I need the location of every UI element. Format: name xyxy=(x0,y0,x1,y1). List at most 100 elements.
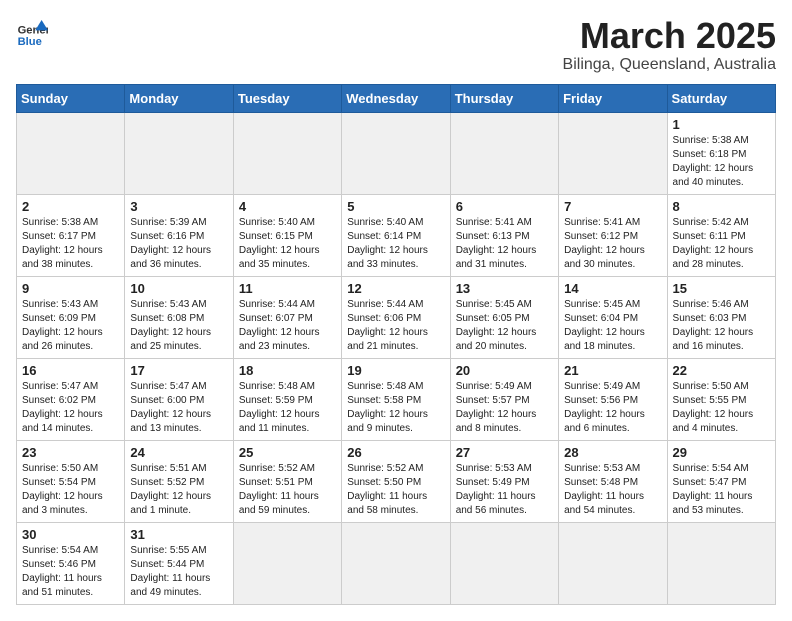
calendar-cell xyxy=(233,112,341,194)
calendar-cell: 23Sunrise: 5:50 AM Sunset: 5:54 PM Dayli… xyxy=(17,440,125,522)
day-info: Sunrise: 5:43 AM Sunset: 6:08 PM Dayligh… xyxy=(130,298,227,354)
day-number: 10 xyxy=(130,281,227,296)
calendar-cell: 11 Sunrise: 5:44 AM Sunset: 6:07 PM Dayli… xyxy=(233,276,341,358)
calendar-cell: 16 Sunrise: 5:47 AM Sunset: 6:02 PM Dayli… xyxy=(17,358,125,440)
calendar-cell: 14 Sunrise: 5:45 AM Sunset: 6:04 PM Dayli… xyxy=(559,276,667,358)
day-number: 14 xyxy=(564,281,661,296)
calendar-cell: 2 Sunrise: 5:38 AM Sunset: 6:17 PM Daylig… xyxy=(17,194,125,276)
calendar-cell: 18Sunrise: 5:48 AM Sunset: 5:59 PM Dayli… xyxy=(233,358,341,440)
weekday-header-monday: Monday xyxy=(125,84,233,112)
day-info: Sunrise: 5:53 AM Sunset: 5:48 PM Dayligh… xyxy=(564,462,661,518)
day-number: 18 xyxy=(239,363,336,378)
calendar-cell xyxy=(125,112,233,194)
day-number: 5 xyxy=(347,199,444,214)
calendar-cell: 15 Sunrise: 5:46 AM Sunset: 6:03 PM Dayli… xyxy=(667,276,775,358)
day-info: Sunrise: 5:45 AM Sunset: 6:05 PM Dayligh… xyxy=(456,298,553,354)
day-info: Sunrise: 5:55 AM Sunset: 5:44 PM Dayligh… xyxy=(130,544,227,600)
weekday-header-sunday: Sunday xyxy=(17,84,125,112)
weekday-header-tuesday: Tuesday xyxy=(233,84,341,112)
day-info: Sunrise: 5:45 AM Sunset: 6:04 PM Dayligh… xyxy=(564,298,661,354)
calendar-cell: 13Sunrise: 5:45 AM Sunset: 6:05 PM Dayli… xyxy=(450,276,558,358)
calendar-cell xyxy=(450,112,558,194)
calendar-row: 9 Sunrise: 5:43 AM Sunset: 6:09 PM Daylig… xyxy=(17,276,776,358)
calendar-row: 30 Sunrise: 5:54 AM Sunset: 5:46 PM Dayli… xyxy=(17,522,776,604)
day-info: Sunrise: 5:40 AM Sunset: 6:15 PM Dayligh… xyxy=(239,216,336,272)
calendar-cell: 12Sunrise: 5:44 AM Sunset: 6:06 PM Dayli… xyxy=(342,276,450,358)
day-info: Sunrise: 5:52 AM Sunset: 5:51 PM Dayligh… xyxy=(239,462,336,518)
day-number: 28 xyxy=(564,445,661,460)
day-number: 4 xyxy=(239,199,336,214)
day-number: 16 xyxy=(22,363,119,378)
calendar-cell: 7 Sunrise: 5:41 AM Sunset: 6:12 PM Daylig… xyxy=(559,194,667,276)
calendar-cell: 19 Sunrise: 5:48 AM Sunset: 5:58 PM Dayli… xyxy=(342,358,450,440)
day-number: 17 xyxy=(130,363,227,378)
day-number: 30 xyxy=(22,527,119,542)
calendar-cell: 29 Sunrise: 5:54 AM Sunset: 5:47 PM Dayli… xyxy=(667,440,775,522)
calendar-cell xyxy=(450,522,558,604)
day-number: 29 xyxy=(673,445,770,460)
day-info: Sunrise: 5:54 AM Sunset: 5:47 PM Dayligh… xyxy=(673,462,770,518)
calendar-cell xyxy=(17,112,125,194)
calendar-cell: 21Sunrise: 5:49 AM Sunset: 5:56 PM Dayli… xyxy=(559,358,667,440)
day-number: 25 xyxy=(239,445,336,460)
weekday-header-wednesday: Wednesday xyxy=(342,84,450,112)
calendar-cell: 1Sunrise: 5:38 AM Sunset: 6:18 PM Daylig… xyxy=(667,112,775,194)
calendar-cell: 4 Sunrise: 5:40 AM Sunset: 6:15 PM Daylig… xyxy=(233,194,341,276)
calendar-cell: 30 Sunrise: 5:54 AM Sunset: 5:46 PM Dayli… xyxy=(17,522,125,604)
day-number: 15 xyxy=(673,281,770,296)
day-info: Sunrise: 5:52 AM Sunset: 5:50 PM Dayligh… xyxy=(347,462,444,518)
calendar-cell xyxy=(342,522,450,604)
day-info: Sunrise: 5:47 AM Sunset: 6:00 PM Dayligh… xyxy=(130,380,227,436)
calendar-cell: 24Sunrise: 5:51 AM Sunset: 5:52 PM Dayli… xyxy=(125,440,233,522)
calendar-cell: 31 Sunrise: 5:55 AM Sunset: 5:44 PM Dayli… xyxy=(125,522,233,604)
calendar-row: 1Sunrise: 5:38 AM Sunset: 6:18 PM Daylig… xyxy=(17,112,776,194)
calendar-cell: 25 Sunrise: 5:52 AM Sunset: 5:51 PM Dayli… xyxy=(233,440,341,522)
day-info: Sunrise: 5:44 AM Sunset: 6:07 PM Dayligh… xyxy=(239,298,336,354)
logo: General Blue xyxy=(16,16,48,48)
calendar-cell xyxy=(233,522,341,604)
day-info: Sunrise: 5:48 AM Sunset: 5:58 PM Dayligh… xyxy=(347,380,444,436)
day-info: Sunrise: 5:44 AM Sunset: 6:06 PM Dayligh… xyxy=(347,298,444,354)
month-title: March 2025 xyxy=(563,16,776,56)
day-info: Sunrise: 5:50 AM Sunset: 5:54 PM Dayligh… xyxy=(22,462,119,518)
day-info: Sunrise: 5:47 AM Sunset: 6:02 PM Dayligh… xyxy=(22,380,119,436)
day-number: 26 xyxy=(347,445,444,460)
day-info: Sunrise: 5:50 AM Sunset: 5:55 PM Dayligh… xyxy=(673,380,770,436)
calendar-cell xyxy=(559,522,667,604)
calendar-cell: 9 Sunrise: 5:43 AM Sunset: 6:09 PM Daylig… xyxy=(17,276,125,358)
day-number: 27 xyxy=(456,445,553,460)
day-info: Sunrise: 5:42 AM Sunset: 6:11 PM Dayligh… xyxy=(673,216,770,272)
weekday-header-row: SundayMondayTuesdayWednesdayThursdayFrid… xyxy=(17,84,776,112)
day-info: Sunrise: 5:46 AM Sunset: 6:03 PM Dayligh… xyxy=(673,298,770,354)
calendar-cell: 27 Sunrise: 5:53 AM Sunset: 5:49 PM Dayli… xyxy=(450,440,558,522)
day-info: Sunrise: 5:41 AM Sunset: 6:13 PM Dayligh… xyxy=(456,216,553,272)
day-number: 9 xyxy=(22,281,119,296)
calendar-cell: 20Sunrise: 5:49 AM Sunset: 5:57 PM Dayli… xyxy=(450,358,558,440)
location-title: Bilinga, Queensland, Australia xyxy=(563,56,776,74)
day-number: 21 xyxy=(564,363,661,378)
title-section: March 2025 Bilinga, Queensland, Australi… xyxy=(563,16,776,74)
calendar-cell: 10 Sunrise: 5:43 AM Sunset: 6:08 PM Dayli… xyxy=(125,276,233,358)
calendar-row: 2 Sunrise: 5:38 AM Sunset: 6:17 PM Daylig… xyxy=(17,194,776,276)
day-number: 2 xyxy=(22,199,119,214)
day-number: 19 xyxy=(347,363,444,378)
day-info: Sunrise: 5:38 AM Sunset: 6:17 PM Dayligh… xyxy=(22,216,119,272)
day-info: Sunrise: 5:43 AM Sunset: 6:09 PM Dayligh… xyxy=(22,298,119,354)
calendar-cell: 17 Sunrise: 5:47 AM Sunset: 6:00 PM Dayli… xyxy=(125,358,233,440)
calendar-cell: 3Sunrise: 5:39 AM Sunset: 6:16 PM Daylig… xyxy=(125,194,233,276)
calendar-cell: 28 Sunrise: 5:53 AM Sunset: 5:48 PM Dayli… xyxy=(559,440,667,522)
day-info: Sunrise: 5:54 AM Sunset: 5:46 PM Dayligh… xyxy=(22,544,119,600)
day-number: 31 xyxy=(130,527,227,542)
day-info: Sunrise: 5:53 AM Sunset: 5:49 PM Dayligh… xyxy=(456,462,553,518)
calendar-cell xyxy=(559,112,667,194)
calendar-row: 23Sunrise: 5:50 AM Sunset: 5:54 PM Dayli… xyxy=(17,440,776,522)
day-number: 11 xyxy=(239,281,336,296)
day-info: Sunrise: 5:41 AM Sunset: 6:12 PM Dayligh… xyxy=(564,216,661,272)
day-number: 8 xyxy=(673,199,770,214)
calendar: SundayMondayTuesdayWednesdayThursdayFrid… xyxy=(16,84,776,605)
day-number: 7 xyxy=(564,199,661,214)
day-number: 20 xyxy=(456,363,553,378)
day-number: 1 xyxy=(673,117,770,132)
day-number: 3 xyxy=(130,199,227,214)
calendar-cell: 22Sunrise: 5:50 AM Sunset: 5:55 PM Dayli… xyxy=(667,358,775,440)
